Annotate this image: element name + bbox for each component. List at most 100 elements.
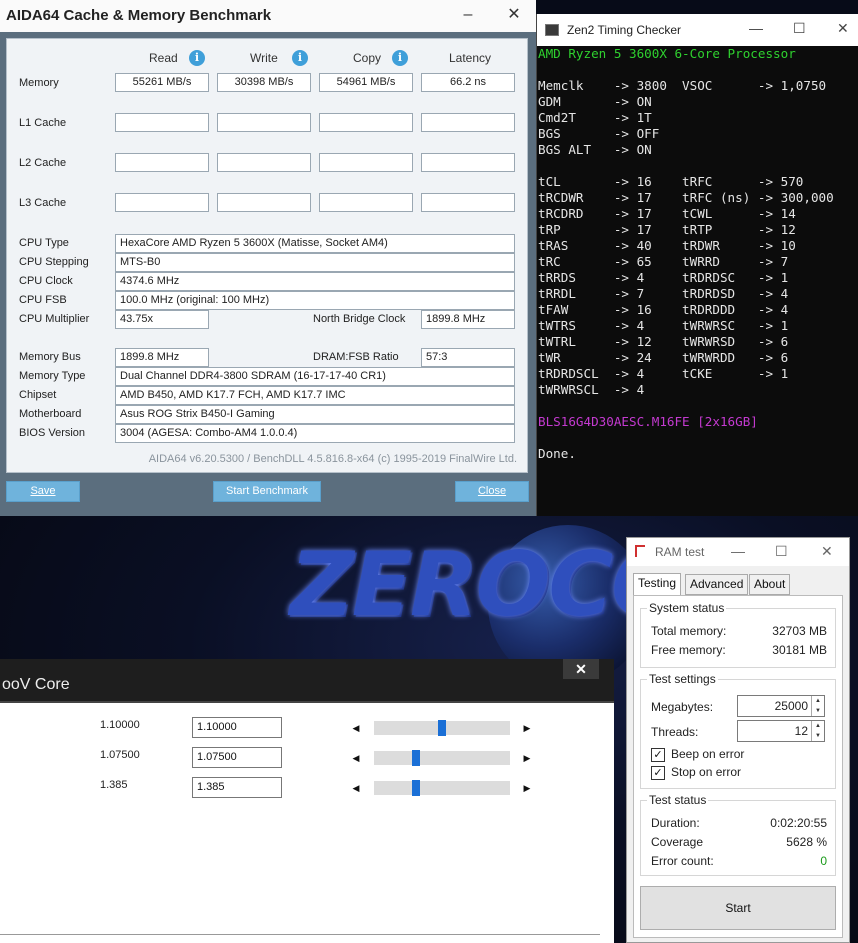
l1-write-value xyxy=(217,113,311,132)
save-button[interactable]: Save xyxy=(6,481,80,502)
close-button-label: Close xyxy=(477,485,507,497)
close-button[interactable]: ✕ xyxy=(821,543,833,560)
header-latency: Latency xyxy=(449,51,492,65)
slider-thumb[interactable] xyxy=(412,780,420,796)
console-icon xyxy=(545,24,559,36)
close-button[interactable]: ✕ xyxy=(563,659,599,679)
slider-thumb[interactable] xyxy=(438,720,446,736)
voltage-slider[interactable] xyxy=(374,720,510,736)
l3-latency-value xyxy=(421,193,515,212)
cpu-type-value: HexaCore AMD Ryzen 5 3600X (Matisse, Soc… xyxy=(115,234,515,253)
nb-clock-value: 1899.8 MHz xyxy=(421,310,515,329)
tab-advanced[interactable]: Advanced xyxy=(685,574,749,595)
test-settings-group: Test settings Megabytes: 25000 ▲ ▼ Thread… xyxy=(640,672,836,789)
info-icon[interactable]: i xyxy=(189,50,205,66)
cpu-stepping-value: MTS-B0 xyxy=(115,253,515,272)
cpu-multiplier-label: CPU Multiplier xyxy=(19,313,90,325)
spin-arrows-icon[interactable]: ▲ ▼ xyxy=(811,721,824,741)
memory-copy-value: 54961 MB/s xyxy=(319,73,413,92)
slider-thumb[interactable] xyxy=(412,750,420,766)
tab-about[interactable]: About xyxy=(749,574,791,595)
cpu-multiplier-value: 43.75x xyxy=(115,310,209,329)
testing-tab-panel: System status Total memory: 32703 MB Fre… xyxy=(633,595,843,938)
bios-label: BIOS Version xyxy=(19,427,86,439)
voltage-slider[interactable] xyxy=(374,780,510,796)
stop-on-error-checkbox[interactable]: ✓ xyxy=(651,766,665,780)
beep-on-error-checkbox[interactable]: ✓ xyxy=(651,748,665,762)
total-memory-value: 32703 MB xyxy=(772,624,827,638)
status-done: Done. xyxy=(538,446,576,461)
decrease-arrow-icon[interactable]: ◀ xyxy=(348,720,364,736)
divider xyxy=(0,934,600,935)
group-title: System status xyxy=(647,601,727,615)
l3-write-value xyxy=(217,193,311,212)
console-output: AMD Ryzen 5 3600X 6-Core Processor Memcl… xyxy=(538,46,834,462)
voltage-input[interactable]: 1.385 xyxy=(192,777,282,798)
maximize-button[interactable]: ☐ xyxy=(775,543,788,560)
memory-bus-label: Memory Bus xyxy=(19,351,81,363)
aida64-titlebar: AIDA64 Cache & Memory Benchmark – ✕ xyxy=(0,0,536,32)
cpu-stepping-label: CPU Stepping xyxy=(19,256,89,268)
cpu-clock-value: 4374.6 MHz xyxy=(115,272,515,291)
tab-testing[interactable]: Testing xyxy=(633,573,682,596)
stop-on-error-label: Stop on error xyxy=(671,765,742,779)
close-dialog-button[interactable]: Close xyxy=(455,481,529,502)
decrease-arrow-icon[interactable]: ◀ xyxy=(348,750,364,766)
memory-write-value: 30398 MB/s xyxy=(217,73,311,92)
increase-arrow-icon[interactable]: ▶ xyxy=(519,780,535,796)
row-label-memory: Memory xyxy=(19,77,59,89)
close-button[interactable]: ✕ xyxy=(837,20,849,37)
minimize-button[interactable]: – xyxy=(455,2,481,28)
l1-copy-value xyxy=(319,113,413,132)
zen2-titlebar: Zen2 Timing Checker — ☐ ✕ xyxy=(537,14,858,46)
close-button[interactable]: ✕ xyxy=(501,2,527,28)
save-button-label: Save xyxy=(30,485,56,497)
coverage-label: Coverage xyxy=(651,835,704,849)
cpu-fsb-label: CPU FSB xyxy=(19,294,67,306)
bios-value: 3004 (AGESA: Combo-AM4 1.0.0.4) xyxy=(115,424,515,443)
l1-latency-value xyxy=(421,113,515,132)
threads-stepper[interactable]: 12 ▲ ▼ xyxy=(737,720,825,742)
megabytes-value: 25000 xyxy=(774,699,808,713)
minimize-button[interactable]: — xyxy=(749,20,763,36)
version-footer: AIDA64 v6.20.5300 / BenchDLL 4.5.816.8-x… xyxy=(148,453,517,465)
chipset-value: AMD B450, AMD K17.7 FCH, AMD K17.7 IMC xyxy=(115,386,515,405)
start-benchmark-button[interactable]: Start Benchmark xyxy=(213,481,321,502)
memory-type-label: Memory Type xyxy=(19,370,86,382)
voltage-header: ooV Core ✕ xyxy=(0,659,614,701)
info-icon[interactable]: i xyxy=(292,50,308,66)
row-label-l1: L1 Cache xyxy=(19,117,67,129)
window-title: RAM test xyxy=(655,545,705,559)
free-memory-value: 30181 MB xyxy=(772,643,827,657)
info-icon[interactable]: i xyxy=(392,50,408,66)
error-count-value: 0 xyxy=(820,854,827,868)
beep-on-error-label: Beep on error xyxy=(671,747,745,761)
l3-read-value xyxy=(115,193,209,212)
l3-copy-value xyxy=(319,193,413,212)
start-button[interactable]: Start xyxy=(640,886,836,930)
maximize-button[interactable]: ☐ xyxy=(793,20,806,37)
voltage-label: 1.07500 xyxy=(100,749,140,761)
voltage-input[interactable]: 1.10000 xyxy=(192,717,282,738)
decrease-arrow-icon[interactable]: ◀ xyxy=(348,780,364,796)
threads-value: 12 xyxy=(794,724,808,738)
test-status-group: Test status Duration: 0:02:20:55 Coverag… xyxy=(640,793,836,876)
increase-arrow-icon[interactable]: ▶ xyxy=(519,750,535,766)
free-memory-label: Free memory: xyxy=(651,643,726,657)
total-memory-label: Total memory: xyxy=(651,624,727,638)
ramtest-titlebar: RAM test — ☐ ✕ xyxy=(627,538,849,566)
voltage-input[interactable]: 1.07500 xyxy=(192,747,282,768)
chipset-label: Chipset xyxy=(19,389,57,401)
voltage-slider[interactable] xyxy=(374,750,510,766)
cpu-type-label: CPU Type xyxy=(19,237,69,249)
group-title: Test status xyxy=(647,793,709,807)
dram-fsb-label: DRAM:FSB Ratio xyxy=(313,351,399,363)
cpu-fsb-value: 100.0 MHz (original: 100 MHz) xyxy=(115,291,515,310)
increase-arrow-icon[interactable]: ▶ xyxy=(519,720,535,736)
window-title: Zen2 Timing Checker xyxy=(567,23,682,37)
megabytes-stepper[interactable]: 25000 ▲ ▼ xyxy=(737,695,825,717)
spin-arrows-icon[interactable]: ▲ ▼ xyxy=(811,696,824,716)
minimize-button[interactable]: — xyxy=(731,543,745,559)
memory-part-number: BLS16G4D30AESC.M16FE [2x16GB] xyxy=(538,414,758,429)
megabytes-label: Megabytes: xyxy=(651,700,714,714)
